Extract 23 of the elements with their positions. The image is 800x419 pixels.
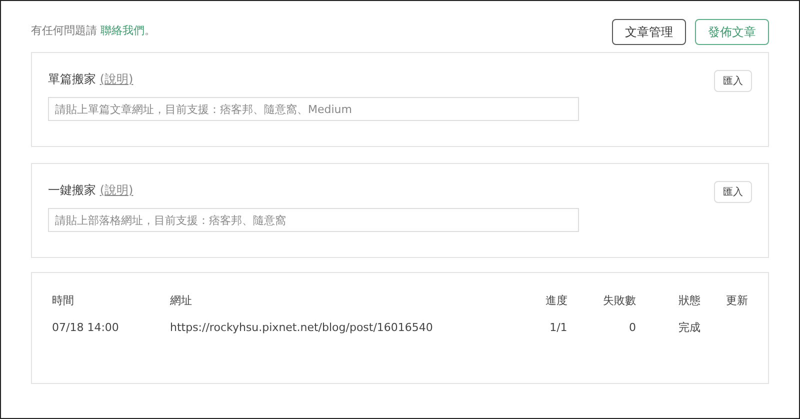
table-cell: https://rockyhsu.pixnet.net/blog/post/16016540 <box>170 320 433 334</box>
import-button[interactable]: 匯入 <box>714 181 752 203</box>
table-cell: 07/18 14:00 <box>52 320 119 334</box>
table-cell: 1/1 <box>550 320 568 334</box>
publish-button[interactable]: 發佈文章 <box>695 18 769 44</box>
table-cell: 完成 <box>678 320 701 334</box>
column-header: 進度 <box>545 294 568 307</box>
column-header: 時間 <box>52 294 74 307</box>
help-link[interactable]: (說明) <box>100 72 134 86</box>
contact-link[interactable]: 聯絡我們 <box>100 24 144 38</box>
manage-button[interactable]: 文章管理 <box>612 18 686 44</box>
column-header: 狀態 <box>678 294 701 307</box>
column-header: 失敗數 <box>602 294 636 307</box>
column-header: 更新 <box>726 294 748 307</box>
import-button[interactable]: 匯入 <box>714 70 752 92</box>
section-title: 單篇搬家 (說明) <box>48 71 134 88</box>
section-title: 一鍵搬家 (說明) <box>48 182 134 199</box>
url-field[interactable]: 請貼上部落格網址，目前支援：痞客邦、隨意窩 <box>48 208 579 232</box>
table-cell: 0 <box>628 320 636 334</box>
help-notice: 有任何問題請 聯絡我們。 <box>31 23 156 40</box>
column-header: 網址 <box>170 294 192 307</box>
url-field[interactable]: 請貼上單篇文章網址，目前支援：痞客邦、隨意窩、Medium <box>48 97 579 121</box>
help-link[interactable]: (說明) <box>100 183 134 197</box>
